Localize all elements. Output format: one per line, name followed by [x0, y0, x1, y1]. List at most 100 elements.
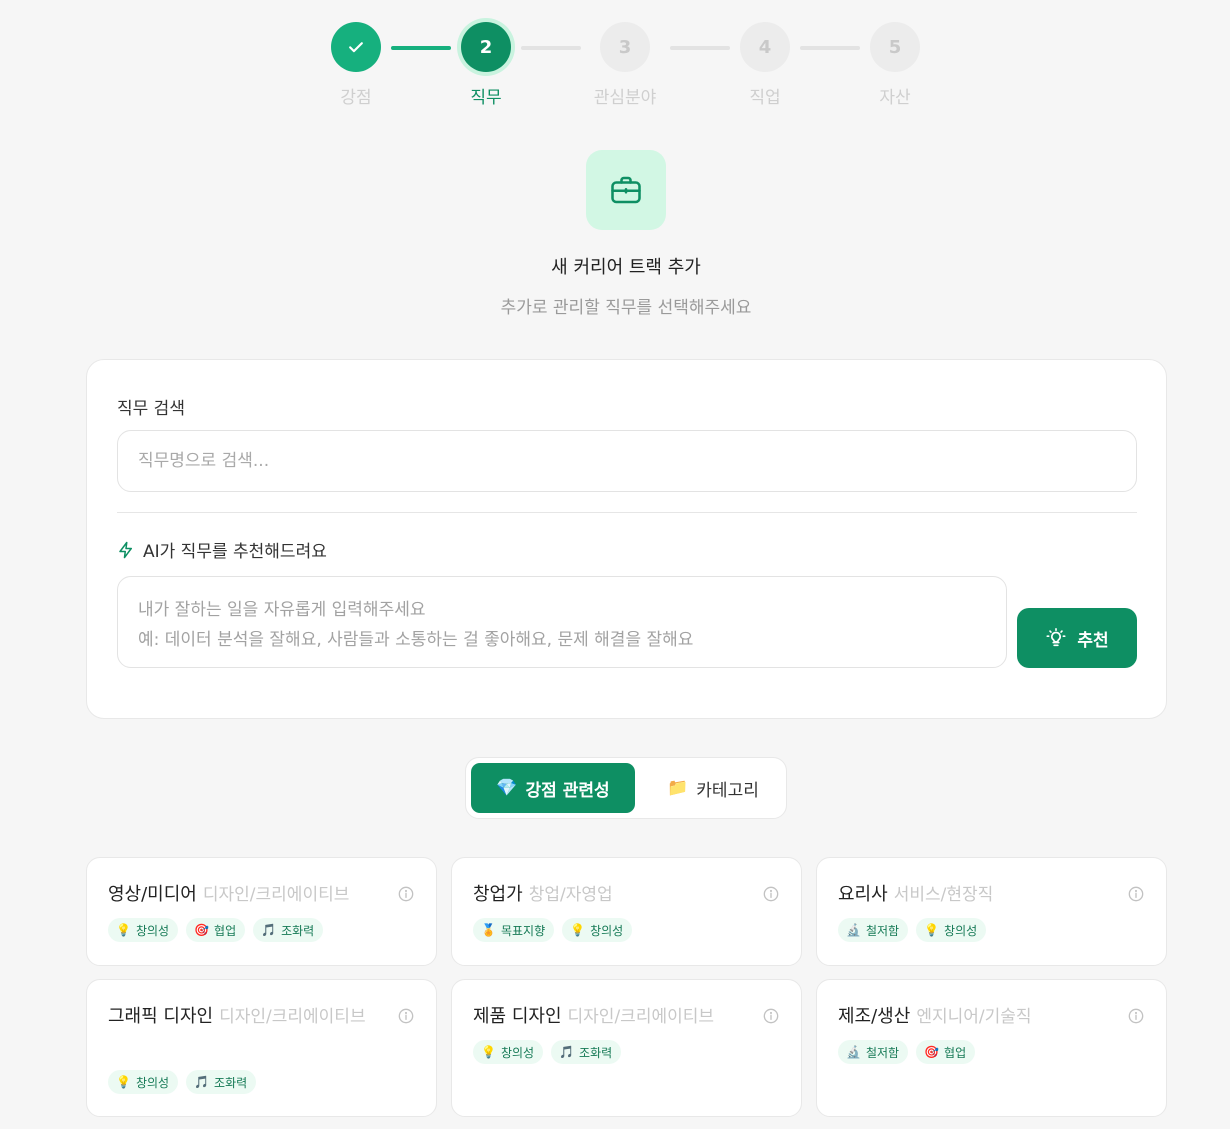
job-title-row: 창업가 창업/자영업 [473, 880, 748, 910]
step-job[interactable]: 2 직무 [436, 22, 536, 108]
job-title: 그래픽 디자인 [108, 1006, 214, 1027]
job-title: 제조/생산 [838, 1006, 911, 1027]
check-icon [349, 42, 363, 53]
job-category: 엔지니어/기술직 [916, 1007, 1032, 1027]
step-label: 자산 [879, 88, 911, 108]
job-category: 서비스/현장직 [893, 885, 994, 905]
job-title-row: 요리사 서비스/현장직 [838, 880, 1113, 910]
step-number: 5 [870, 22, 920, 72]
job-title-row: 제품 디자인 디자인/크리에이티브 [473, 1002, 748, 1032]
info-icon[interactable] [1128, 886, 1144, 902]
info-icon[interactable] [763, 1008, 779, 1024]
job-card[interactable]: 요리사 서비스/현장직 🔬 철저함 💡 창의성 [816, 857, 1167, 966]
strength-tags: 🔬 철저함 💡 창의성 [838, 918, 987, 942]
ai-recommend-label: AI가 직무를 추천해드려요 [117, 537, 327, 562]
strength-tag: 💡 창의성 [916, 918, 987, 942]
job-title: 창업가 [473, 884, 523, 905]
strength-tags: 💡 창의성 🎵 조화력 [473, 1040, 622, 1064]
lightbulb-icon: 💡 [116, 923, 131, 937]
step-occupation[interactable]: 4 직업 [715, 22, 815, 108]
job-title-row: 영상/미디어 디자인/크리에이티브 [108, 880, 383, 910]
tag-label: 창의성 [590, 923, 624, 938]
strength-tag: 🏅 목표지향 [473, 918, 555, 942]
strength-tag: 🔬 철저함 [838, 918, 909, 942]
job-category: 창업/자영업 [528, 885, 613, 905]
tag-label: 목표지향 [500, 923, 546, 938]
job-search-card: 직무 검색 AI가 직무를 추천해드려요 추천 [86, 359, 1167, 719]
info-icon[interactable] [398, 886, 414, 902]
step-label: 직업 [749, 88, 781, 108]
job-category: 디자인/크리에이티브 [202, 885, 350, 905]
tag-label: 조화력 [214, 1075, 248, 1090]
hero-icon-box [586, 150, 666, 230]
strength-tags: 💡 창의성 🎵 조화력 [108, 1070, 257, 1094]
job-card[interactable]: 제품 디자인 디자인/크리에이티브 💡 창의성 🎵 조화력 [451, 979, 802, 1117]
briefcase-icon [611, 176, 641, 204]
job-category: 디자인/크리에이티브 [219, 1007, 366, 1027]
step-label: 강점 [340, 88, 372, 108]
tag-label: 조화력 [281, 923, 315, 938]
recommend-button[interactable]: 추천 [1017, 608, 1137, 668]
step-assets[interactable]: 5 자산 [845, 22, 945, 108]
recommend-button-label: 추천 [1077, 630, 1109, 651]
divider [117, 512, 1137, 513]
tab-label: 카테고리 [696, 780, 759, 801]
info-icon[interactable] [763, 886, 779, 902]
job-card[interactable]: 창업가 창업/자영업 🏅 목표지향 💡 창의성 [451, 857, 802, 966]
job-title-row: 제조/생산 엔지니어/기술직 [838, 1002, 1113, 1032]
job-card[interactable]: 그래픽 디자인 디자인/크리에이티브 💡 창의성 🎵 조화력 [86, 979, 437, 1117]
strength-tags: 🔬 철저함 🎯 협업 [838, 1040, 976, 1064]
strength-tags: 💡 창의성 🎯 협업 🎵 조화력 [108, 918, 324, 942]
tag-label: 협업 [944, 1045, 967, 1060]
job-title-row: 그래픽 디자인 디자인/크리에이티브 [108, 1002, 383, 1032]
strengths-textarea[interactable] [117, 576, 1007, 668]
tag-label: 창의성 [944, 923, 978, 938]
microscope-icon: 🔬 [846, 1045, 861, 1059]
tag-label: 협업 [214, 923, 237, 938]
folder-icon: 📁 [667, 778, 689, 798]
job-card[interactable]: 영상/미디어 디자인/크리에이티브 💡 창의성 🎯 협업 🎵 조화력 [86, 857, 437, 966]
gem-icon: 💎 [496, 778, 518, 798]
medal-icon: 🏅 [481, 923, 496, 937]
strength-tag: 🎯 협업 [916, 1040, 976, 1064]
step-label: 관심분야 [593, 88, 657, 108]
job-search-input[interactable] [117, 430, 1137, 492]
strength-tag: 💡 창의성 [108, 1070, 179, 1094]
music-note-icon: 🎵 [261, 923, 277, 937]
step-strengths[interactable]: 강점 [306, 22, 406, 108]
tag-label: 창의성 [500, 1045, 535, 1060]
step-label: 직무 [470, 88, 502, 108]
job-title: 요리사 [838, 884, 888, 905]
info-icon[interactable] [398, 1008, 414, 1024]
search-label: 직무 검색 [117, 399, 185, 419]
job-title: 영상/미디어 [108, 884, 197, 905]
strength-tag: 💡 창의성 [562, 918, 633, 942]
tag-label: 창의성 [135, 923, 170, 938]
strength-tag: 💡 창의성 [108, 918, 179, 942]
info-icon[interactable] [1128, 1008, 1144, 1024]
job-card[interactable]: 제조/생산 엔지니어/기술직 🔬 철저함 🎯 협업 [816, 979, 1167, 1117]
tag-label: 조화력 [579, 1045, 613, 1060]
ai-recommend-text: AI가 직무를 추천해드려요 [143, 542, 327, 562]
view-toggle: 💎 강점 관련성 📁 카테고리 [465, 757, 787, 819]
tab-strength-relevance[interactable]: 💎 강점 관련성 [471, 763, 635, 813]
strength-tag: 🔬 철저함 [838, 1040, 909, 1064]
tag-label: 철저함 [865, 923, 900, 938]
tab-category[interactable]: 📁 카테고리 [643, 763, 783, 813]
strength-tag: 🎯 협업 [186, 918, 246, 942]
progress-stepper: 강점 2 직무 3 관심분야 4 직업 5 자산 [0, 22, 1230, 112]
microscope-icon: 🔬 [846, 923, 861, 937]
strength-tag: 🎵 조화력 [253, 918, 324, 942]
page-title: 새 커리어 트랙 추가 [551, 257, 701, 278]
lightbulb-icon [1046, 628, 1066, 647]
strength-tag: 💡 창의성 [473, 1040, 544, 1064]
target-icon: 🎯 [924, 1045, 940, 1059]
step-number: 3 [600, 22, 650, 72]
tag-label: 철저함 [865, 1045, 900, 1060]
step-interests[interactable]: 3 관심분야 [575, 22, 675, 108]
target-icon: 🎯 [194, 923, 210, 937]
lightbulb-icon: 💡 [924, 923, 940, 937]
strength-tag: 🎵 조화력 [186, 1070, 257, 1094]
step-number: 4 [740, 22, 790, 72]
strength-tags: 🏅 목표지향 💡 창의성 [473, 918, 633, 942]
